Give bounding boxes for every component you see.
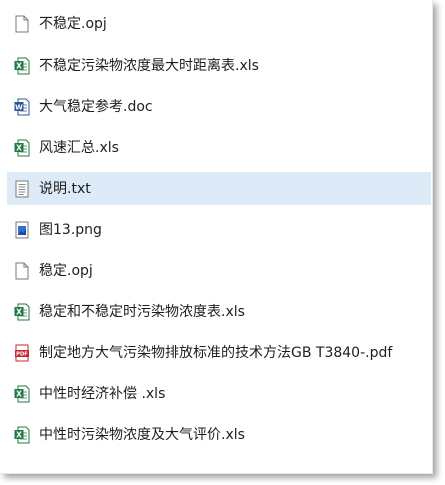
- blank-file-icon: [15, 262, 29, 279]
- file-row-standard-pdf[interactable]: PDF 制定地方大气污染物排放标准的技术方法GB T3840-.pdf: [7, 336, 431, 369]
- file-row-figure13-png[interactable]: 图13.png: [7, 213, 431, 246]
- file-row-compensation-xls[interactable]: X 中性时经济补偿 .xls: [7, 377, 431, 410]
- svg-text:X: X: [16, 143, 22, 152]
- excel-file-icon: X: [14, 426, 30, 443]
- svg-text:X: X: [16, 61, 22, 70]
- svg-text:X: X: [16, 430, 22, 439]
- svg-text:PDF: PDF: [16, 351, 28, 357]
- svg-text:X: X: [16, 389, 22, 398]
- svg-text:W: W: [15, 103, 23, 111]
- file-name: 中性时经济补偿 .xls: [39, 385, 166, 402]
- file-name: 风速汇总.xls: [39, 139, 119, 156]
- text-file-icon: [15, 180, 29, 197]
- file-name: 不稳定.opj: [39, 15, 107, 32]
- file-row-reference-doc[interactable]: W 大气稳定参考.doc: [7, 90, 431, 123]
- file-row-wending-opj[interactable]: 稳定.opj: [7, 254, 431, 287]
- svg-text:X: X: [16, 307, 22, 316]
- file-row-bu-wending-opj[interactable]: 不稳定.opj: [7, 7, 431, 40]
- file-name: 不稳定污染物浓度最大时距离表.xls: [39, 57, 259, 74]
- file-row-concentration-table-xls[interactable]: X 稳定和不稳定时污染物浓度表.xls: [7, 295, 431, 328]
- file-row-distance-table-xls[interactable]: X 不稳定污染物浓度最大时距离表.xls: [7, 49, 431, 82]
- file-name: 大气稳定参考.doc: [39, 98, 153, 115]
- file-name: 稳定和不稳定时污染物浓度表.xls: [39, 303, 245, 320]
- file-list-panel: 不稳定.opj X 不稳定污染物浓度最大时距离表.xls W 大气稳定参考.do…: [0, 0, 433, 474]
- file-row-wind-speed-xls[interactable]: X 风速汇总.xls: [7, 131, 431, 164]
- file-row-evaluation-xls[interactable]: X 中性时污染物浓度及大气评价.xls: [7, 418, 431, 451]
- pdf-file-icon: PDF: [15, 344, 29, 361]
- excel-file-icon: X: [14, 139, 30, 156]
- blank-file-icon: [15, 15, 29, 32]
- image-file-icon: [15, 221, 29, 238]
- file-name: 制定地方大气污染物排放标准的技术方法GB T3840-.pdf: [39, 344, 393, 361]
- file-name: 中性时污染物浓度及大气评价.xls: [39, 426, 245, 443]
- file-name: 稳定.opj: [39, 262, 93, 279]
- excel-file-icon: X: [14, 57, 30, 74]
- file-name: 说明.txt: [39, 180, 91, 197]
- word-file-icon: W: [14, 98, 30, 115]
- excel-file-icon: X: [14, 303, 30, 320]
- excel-file-icon: X: [14, 385, 30, 402]
- file-name: 图13.png: [39, 221, 102, 238]
- file-row-readme-txt[interactable]: 说明.txt: [7, 172, 431, 205]
